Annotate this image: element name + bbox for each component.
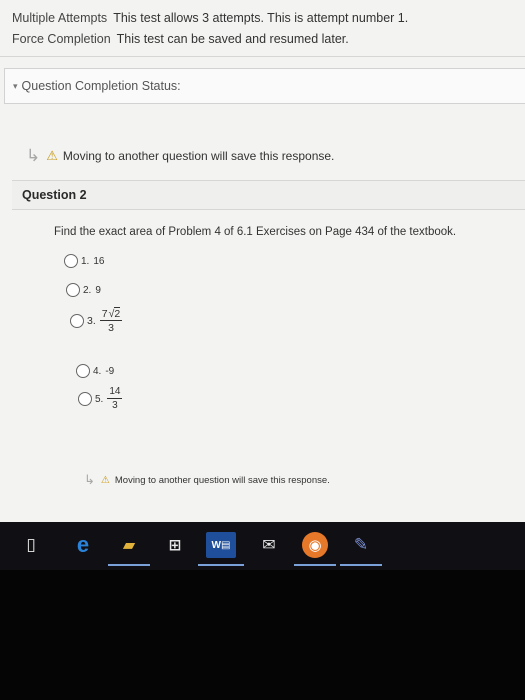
option-number: 4.	[93, 365, 102, 377]
option-value: -9	[105, 365, 115, 377]
multiple-attempts-row: Multiple Attempts This test allows 3 att…	[12, 8, 408, 29]
multiple-attempts-value: This test allows 3 attempts. This is att…	[113, 11, 409, 25]
multiple-attempts-label: Multiple Attempts	[12, 11, 108, 25]
bezel	[0, 570, 525, 700]
answer-option-3[interactable]: 3. 7√2 3	[70, 307, 123, 334]
paint-icon[interactable]: ✎	[340, 532, 382, 566]
fraction: 7√2 3	[99, 307, 123, 334]
test-info: Multiple Attempts This test allows 3 att…	[12, 8, 408, 50]
numerator-coefficient: 7	[101, 308, 108, 320]
answer-option-2[interactable]: 2. 9	[66, 283, 101, 297]
file-explorer-icon[interactable]: ▰	[108, 532, 150, 566]
radio-button[interactable]	[70, 314, 84, 328]
option-number: 5.	[95, 393, 104, 405]
save-warning-text: Moving to another question will save thi…	[62, 149, 335, 163]
word-icon[interactable]: W▤	[198, 532, 244, 566]
fraction-denominator: 3	[112, 400, 118, 411]
fraction: 14 3	[107, 386, 123, 412]
fraction-numerator: 7√2	[99, 307, 123, 321]
option-value: 16	[93, 255, 105, 267]
taskbar: ▯ e ▰ ⊞ W▤ ✉ ◉ ✎	[0, 522, 525, 570]
question-title: Question 2	[22, 188, 87, 202]
radio-button[interactable]	[76, 364, 90, 378]
option-value: 9	[95, 284, 101, 296]
store-icon[interactable]: ⊞	[162, 532, 188, 558]
radicand: 2	[114, 307, 121, 320]
fraction-denominator: 3	[108, 322, 114, 334]
divider	[0, 56, 525, 57]
answer-option-1[interactable]: 1. 16	[64, 254, 104, 268]
option-number: 1.	[81, 255, 90, 267]
edge-browser-icon[interactable]: e	[70, 532, 96, 558]
force-completion-row: Force Completion This test can be saved …	[12, 29, 408, 50]
answer-option-4[interactable]: 4. -9	[76, 364, 114, 378]
question-header: Question 2	[12, 180, 525, 210]
radio-button[interactable]	[78, 392, 92, 406]
return-arrow-icon: ↳	[26, 146, 41, 165]
save-warning-bottom: ↳ ⚠ Moving to another question will save…	[84, 472, 330, 488]
chevron-down-icon: ▾	[13, 80, 18, 91]
warning-icon: ⚠	[46, 148, 58, 163]
question-text: Find the exact area of Problem 4 of 6.1 …	[54, 226, 457, 238]
option-number: 2.	[83, 284, 92, 296]
question-completion-status-toggle[interactable]: ▾ Question Completion Status:	[4, 68, 525, 104]
force-completion-value: This test can be saved and resumed later…	[116, 32, 349, 46]
warning-icon: ⚠	[100, 474, 110, 486]
firefox-icon[interactable]: ◉	[294, 532, 336, 566]
tablet-mode-icon[interactable]: ▯	[18, 532, 44, 558]
radio-button[interactable]	[66, 283, 80, 297]
answer-option-5[interactable]: 5. 14 3	[78, 386, 123, 412]
browser-content: Multiple Attempts This test allows 3 att…	[0, 0, 525, 522]
save-warning-text: Moving to another question will save thi…	[114, 474, 330, 486]
fraction-numerator: 14	[107, 386, 123, 399]
save-warning-top: ↳ ⚠ Moving to another question will save…	[26, 146, 334, 166]
force-completion-label: Force Completion	[12, 32, 111, 46]
option-number: 3.	[87, 315, 96, 327]
return-arrow-icon: ↳	[84, 472, 95, 487]
question-completion-status-label: Question Completion Status:	[21, 79, 181, 93]
radio-button[interactable]	[64, 254, 78, 268]
mail-icon[interactable]: ✉	[256, 532, 282, 558]
